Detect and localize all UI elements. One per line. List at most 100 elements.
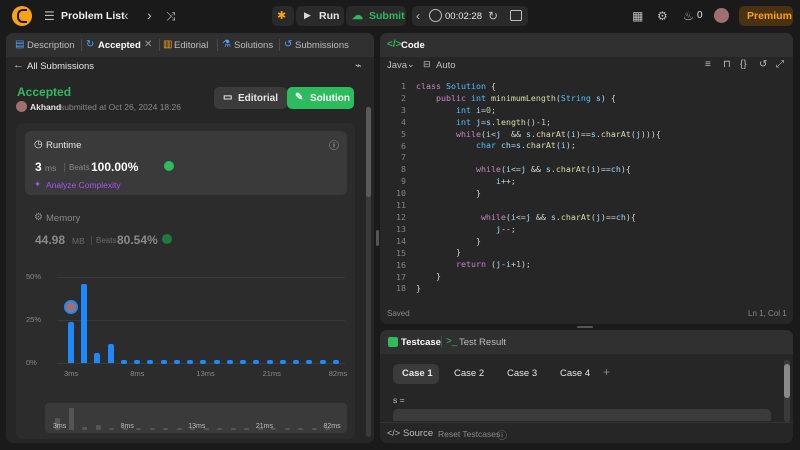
problem-list-link[interactable]: Problem List [61, 10, 125, 22]
tab-code[interactable]: Code [401, 40, 425, 51]
horizontal-splitter[interactable] [577, 326, 593, 328]
code-line[interactable]: int i=0; [416, 105, 786, 117]
reset-code-icon[interactable]: ↺ [759, 58, 767, 72]
add-case-button[interactable]: + [603, 365, 610, 379]
chevron-down-icon[interactable]: ⌄ [407, 59, 415, 70]
code-line[interactable] [416, 200, 786, 212]
code-line[interactable]: public int minimumLength(String s) { [416, 93, 786, 105]
chart-bar[interactable] [253, 360, 260, 364]
avatar[interactable] [714, 8, 729, 23]
list-icon[interactable]: ☰ [44, 9, 55, 23]
code-line[interactable]: } [416, 271, 786, 283]
help-icon[interactable]: ⓘ [497, 427, 507, 442]
left-scrollbar-thumb[interactable] [366, 107, 371, 197]
layout-icon[interactable]: ▦ [632, 9, 643, 23]
code-line[interactable]: } [416, 188, 786, 200]
testcase-scrollbar[interactable] [784, 360, 790, 422]
range-scrubber[interactable]: 3ms 8ms 13ms 21ms 82ms [45, 403, 347, 433]
code-line[interactable]: i++; [416, 176, 786, 188]
chart-bar[interactable] [94, 352, 101, 363]
code-line[interactable]: j--; [416, 224, 786, 236]
chart-bar[interactable] [107, 344, 114, 363]
code-line[interactable]: } [416, 283, 786, 295]
runtime-card[interactable]: ◷ Runtime ⓘ 3 ms Beats 100.00% ✦ Analyze… [25, 131, 347, 195]
source-link[interactable]: Source [403, 428, 433, 439]
user-name[interactable]: Akhand [30, 102, 61, 112]
tab-solutions[interactable]: Solutions [234, 40, 273, 51]
chart-bar[interactable] [279, 360, 286, 364]
reset-testcases-link[interactable]: Reset Testcases [438, 429, 500, 439]
case-1-tab[interactable]: Case 1 [393, 364, 439, 384]
vertical-splitter[interactable] [376, 230, 379, 246]
code-line[interactable]: int j=s.length()-1; [416, 117, 786, 129]
chart-bar[interactable] [293, 360, 300, 364]
chart-bar[interactable] [160, 360, 167, 364]
premium-button[interactable]: Premium [739, 6, 793, 26]
link-icon[interactable]: ⌁ [355, 59, 362, 72]
tab-submissions[interactable]: Submissions [295, 40, 349, 51]
debug-button[interactable]: ✱ [272, 6, 294, 26]
code-editor[interactable]: class Solution { public int minimumLengt… [416, 81, 786, 295]
editorial-button[interactable]: ▭ Editorial [214, 87, 287, 109]
flame-icon[interactable]: ♨ [683, 9, 694, 23]
testcase-scrollbar-thumb[interactable] [784, 364, 790, 398]
analyze-complexity-link[interactable]: Analyze Complexity [46, 180, 121, 190]
code-line[interactable] [416, 152, 786, 164]
code-line[interactable]: while(i<j && s.charAt(i)==s.charAt(j))){ [416, 129, 786, 141]
auto-mode[interactable]: Auto [436, 60, 456, 71]
code-line[interactable]: while(i<=j && s.charAt(i)==ch){ [416, 164, 786, 176]
back-arrow-icon[interactable]: ← [13, 59, 24, 71]
notes-icon[interactable] [510, 10, 522, 21]
code-line[interactable]: class Solution { [416, 81, 786, 93]
chart-bar[interactable] [332, 360, 339, 364]
chart-bar[interactable] [240, 360, 247, 364]
chart-bar[interactable] [266, 360, 273, 364]
language-select[interactable]: Java [387, 60, 407, 71]
left-scrollbar[interactable] [366, 107, 371, 437]
code-line[interactable]: } [416, 247, 786, 259]
format-icon[interactable]: ≡ [705, 58, 711, 72]
submit-button[interactable]: ☁ Submit [346, 6, 406, 26]
chart-bar[interactable] [213, 360, 220, 364]
all-submissions-link[interactable]: All Submissions [27, 61, 94, 72]
bookmark-icon[interactable]: ⊓ [723, 58, 731, 72]
your-submission-marker[interactable] [64, 299, 78, 314]
next-problem-icon[interactable]: › [147, 8, 152, 22]
chart-bar[interactable] [187, 360, 194, 364]
solution-button[interactable]: ✎ Solution [287, 87, 354, 109]
pause-timer-icon[interactable] [429, 9, 442, 22]
code-line[interactable]: return (j-i+1); [416, 259, 786, 271]
shuffle-icon[interactable]: ⤨ [166, 9, 176, 23]
tab-description[interactable]: Description [27, 40, 75, 51]
code-line[interactable]: } [416, 236, 786, 248]
case-4-tab[interactable]: Case 4 [550, 364, 596, 384]
chart-bar[interactable] [120, 360, 127, 364]
tab-editorial[interactable]: Editorial [174, 40, 208, 51]
tab-test-result[interactable]: Test Result [459, 337, 506, 348]
runtime-distribution-chart[interactable]: 50% 25% 0% 3ms 8ms 13ms 21ms 82ms [16, 271, 355, 391]
code-line[interactable]: char ch=s.charAt(i); [416, 140, 786, 152]
chart-bar[interactable] [306, 360, 313, 364]
close-tab-icon[interactable]: ✕ [144, 39, 152, 50]
chart-bar[interactable] [134, 360, 141, 364]
chart-bar[interactable] [81, 283, 88, 363]
case-2-tab[interactable]: Case 2 [444, 364, 490, 384]
memory-card[interactable]: ⚙ Memory 44.98 MB Beats 80.54% [25, 203, 347, 263]
chart-bar[interactable] [173, 360, 180, 364]
chart-bar[interactable] [319, 360, 326, 364]
tab-testcase[interactable]: Testcase [401, 337, 441, 348]
chart-bar[interactable] [226, 360, 233, 364]
tab-accepted[interactable]: Accepted [98, 40, 141, 51]
info-icon[interactable]: ⓘ [329, 137, 339, 152]
chevron-left-icon[interactable]: ‹ [416, 9, 420, 23]
case-3-tab[interactable]: Case 3 [497, 364, 543, 384]
run-button[interactable]: ▶ Run [296, 6, 344, 26]
braces-icon[interactable]: {} [740, 58, 747, 72]
gear-icon[interactable]: ⚙ [657, 9, 668, 23]
reset-timer-icon[interactable]: ↻ [488, 9, 498, 23]
chart-bar[interactable] [68, 321, 74, 363]
input-field[interactable] [393, 409, 771, 421]
fullscreen-icon[interactable]: ⤢ [776, 58, 784, 72]
prev-problem-icon[interactable]: ‹ [124, 8, 129, 22]
code-line[interactable]: while(i<=j && s.charAt(j)==ch){ [416, 212, 786, 224]
